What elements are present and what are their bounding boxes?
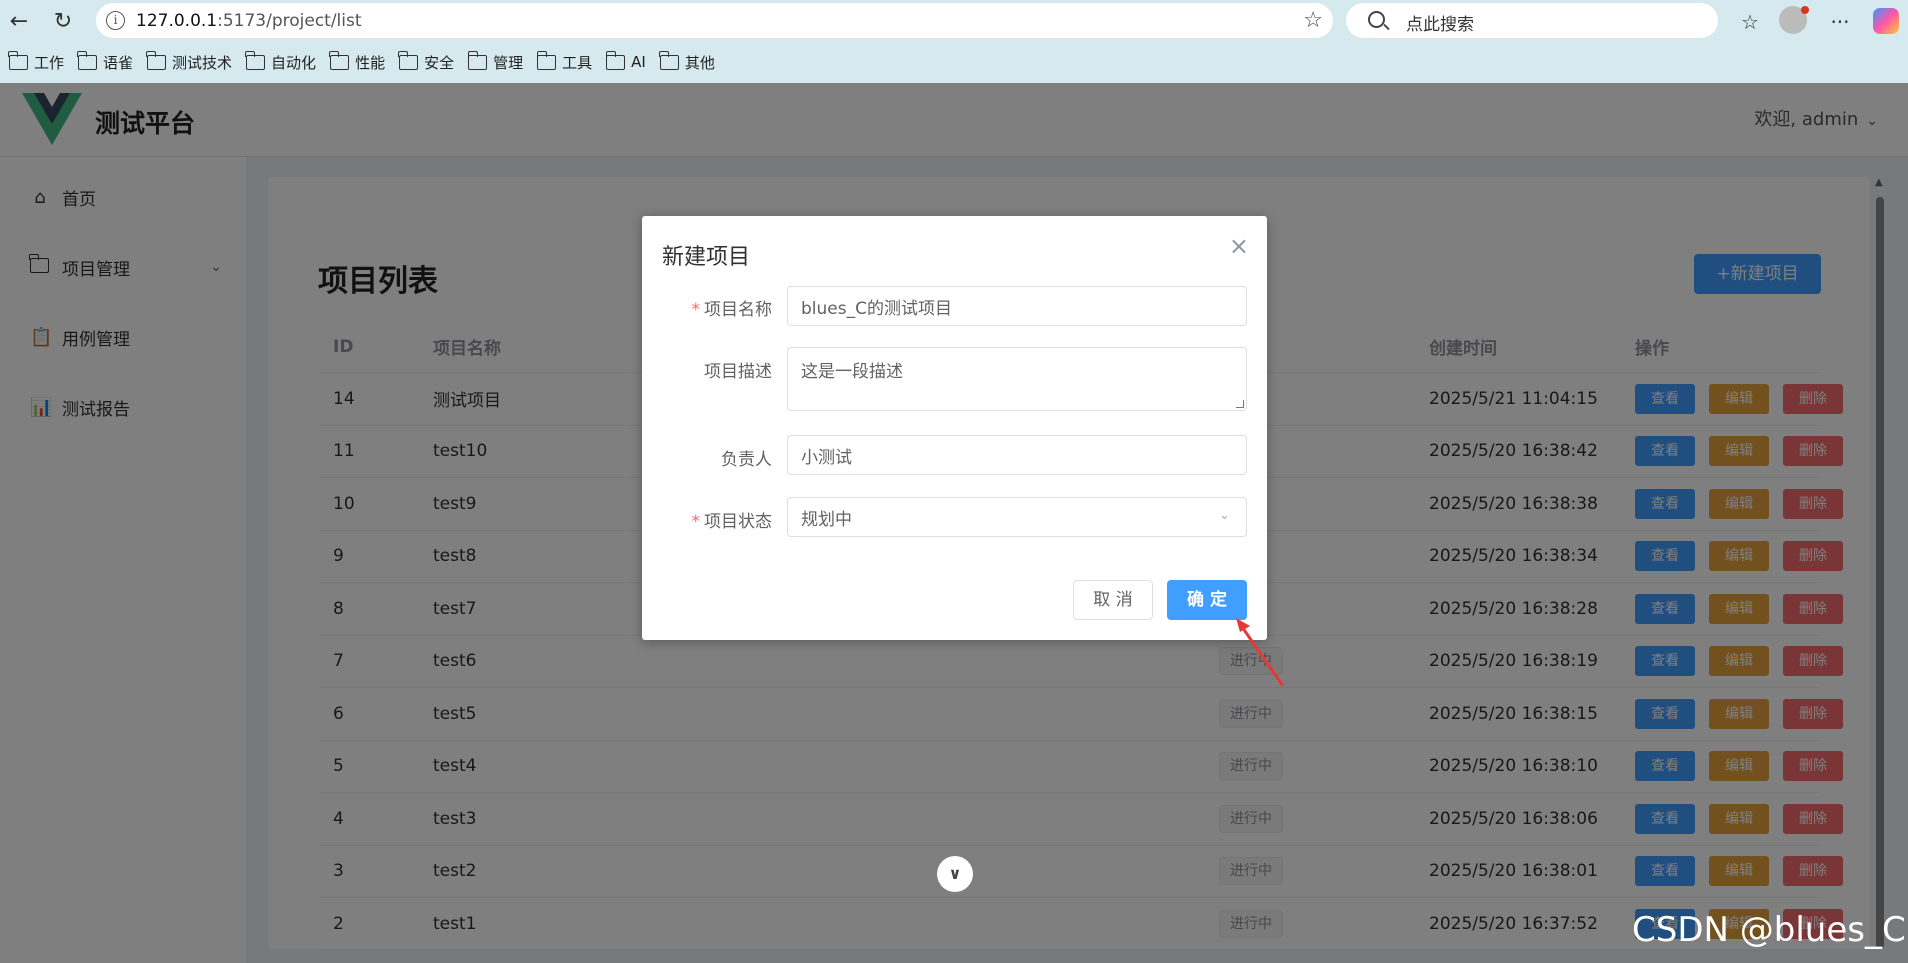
confirm-button[interactable]: 确 定 — [1167, 580, 1247, 620]
bookmark-folder[interactable]: 其他 — [659, 50, 715, 73]
reload-icon[interactable]: ↻ — [48, 6, 78, 36]
watermark: CSDN @blues_C — [1632, 910, 1906, 950]
browser-search-placeholder: 点此搜索 — [1406, 15, 1474, 35]
url-bar[interactable]: i 127.0.0.1:5173/project/list ☆ — [96, 3, 1333, 38]
chevron-down-icon: ⌄ — [1219, 508, 1230, 523]
new-project-dialog: 新建项目 × * 项目名称 blues_C的测试项目 项目描述 这是一段描述 负责… — [642, 216, 1267, 640]
owner-label: 负责人 — [721, 450, 772, 470]
folder-icon — [146, 50, 167, 70]
browser-chrome: ← ↻ i 127.0.0.1:5173/project/list ☆ 点此搜索… — [0, 0, 1908, 83]
folder-icon — [77, 50, 98, 70]
cancel-button[interactable]: 取 消 — [1073, 580, 1153, 620]
bookmark-folder[interactable]: 语雀 — [77, 50, 133, 73]
status-label: * 项目状态 — [691, 512, 773, 532]
status-select[interactable]: 规划中 ⌄ — [787, 497, 1247, 537]
close-icon[interactable]: × — [1229, 232, 1249, 260]
favorite-star-icon[interactable]: ☆ — [1303, 8, 1323, 33]
favorites-icon[interactable]: ☆ — [1736, 8, 1764, 36]
folder-icon — [398, 50, 419, 70]
search-icon — [1368, 11, 1385, 28]
folder-icon — [467, 50, 488, 70]
bookmark-folder[interactable]: 工作 — [8, 50, 64, 73]
project-name-input[interactable]: blues_C的测试项目 — [787, 286, 1247, 326]
bookmark-folder[interactable]: 测试技术 — [146, 50, 232, 73]
folder-icon — [536, 50, 557, 70]
bookmark-folder[interactable]: AI — [605, 50, 646, 71]
project-desc-textarea[interactable]: 这是一段描述 — [787, 347, 1247, 411]
bookmark-folder[interactable]: 自动化 — [245, 50, 316, 73]
name-label: * 项目名称 — [691, 300, 773, 320]
bookmark-folder[interactable]: 管理 — [467, 50, 523, 73]
site-info-icon[interactable]: i — [106, 11, 125, 30]
dialog-title: 新建项目 — [662, 245, 751, 270]
address-row: ← ↻ i 127.0.0.1:5173/project/list ☆ 点此搜索… — [0, 0, 1908, 42]
annotation-arrow — [1236, 618, 1285, 686]
owner-input[interactable]: 小测试 — [787, 435, 1247, 475]
back-icon[interactable]: ← — [4, 6, 34, 36]
folder-icon — [605, 50, 626, 70]
browser-search-box[interactable]: 点此搜索 — [1346, 3, 1718, 38]
copilot-icon[interactable] — [1873, 8, 1899, 34]
desc-label: 项目描述 — [704, 362, 772, 382]
status-select-value: 规划中 — [801, 509, 852, 530]
bookmark-folder[interactable]: 安全 — [398, 50, 454, 73]
vue-devtools-icon[interactable]: ∨ — [937, 856, 973, 892]
profile-avatar[interactable] — [1779, 6, 1809, 34]
bookmark-folder[interactable]: 工具 — [536, 50, 592, 73]
more-options-icon[interactable]: ··· — [1826, 8, 1854, 36]
folder-icon — [329, 50, 350, 70]
folder-icon — [659, 50, 679, 70]
bookmarks-bar: 工作 语雀 测试技术 自动化 性能 安全 管理 工具 AI 其他 — [0, 49, 720, 75]
bookmark-folder[interactable]: 性能 — [329, 50, 385, 73]
folder-icon — [245, 50, 266, 70]
folder-icon — [8, 50, 28, 70]
resize-handle-icon[interactable] — [1236, 400, 1244, 408]
url-text: 127.0.0.1:5173/project/list — [136, 11, 362, 31]
